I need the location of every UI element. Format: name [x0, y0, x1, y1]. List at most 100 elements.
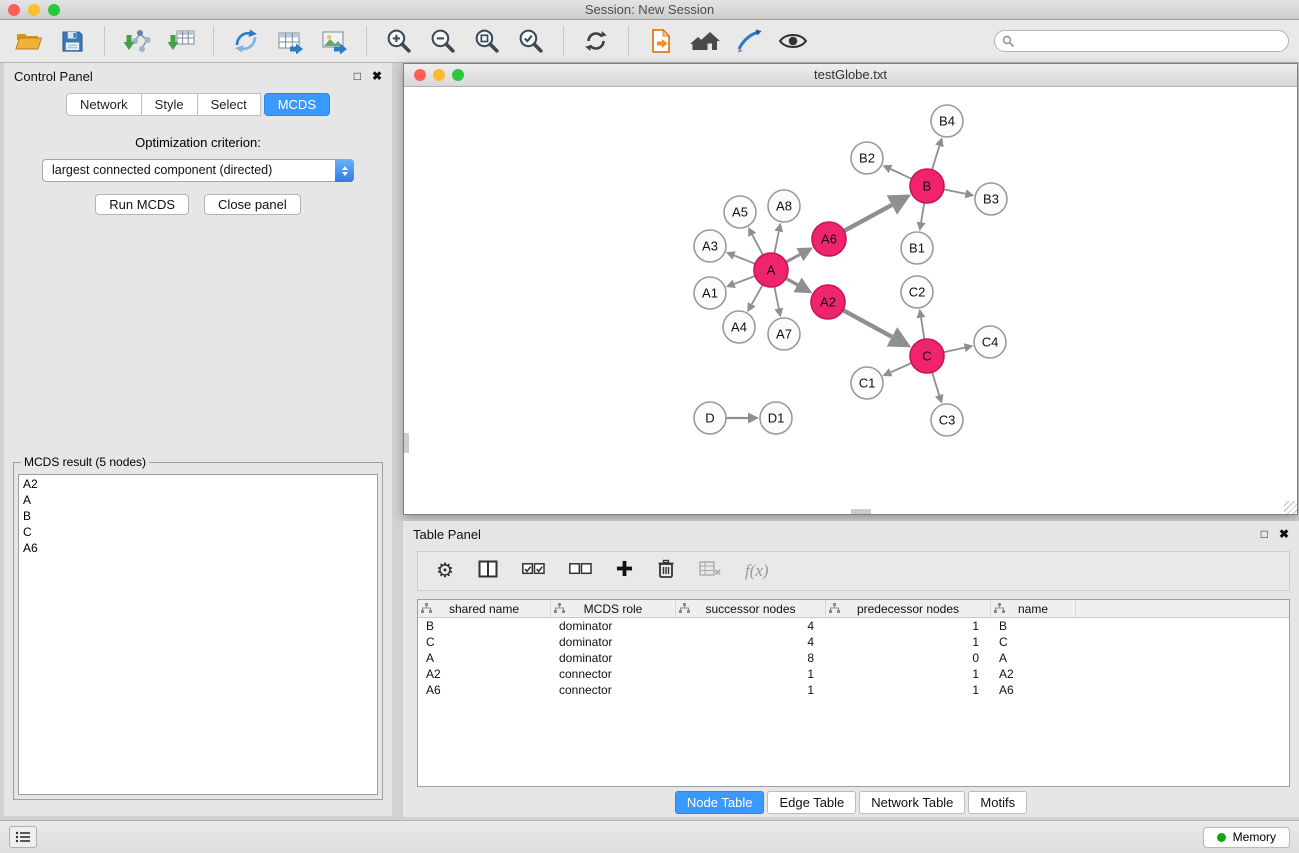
graph-edge[interactable]: [786, 255, 800, 262]
optimization-dropdown[interactable]: largest connected component (directed): [42, 159, 354, 182]
open-session-button[interactable]: [10, 23, 46, 59]
list-item[interactable]: C: [23, 524, 373, 540]
graph-edge[interactable]: [921, 203, 924, 223]
graph-edge[interactable]: [891, 363, 912, 372]
tab-motifs[interactable]: Motifs: [968, 791, 1027, 814]
column-header-predecessor-nodes[interactable]: predecessor nodes: [826, 600, 991, 617]
graph-node-B2[interactable]: B2: [851, 142, 883, 174]
graph-edge[interactable]: [734, 276, 755, 284]
list-item[interactable]: B: [23, 508, 373, 524]
import-table-button[interactable]: [163, 23, 199, 59]
graph-node-B3[interactable]: B3: [975, 183, 1007, 215]
delete-column-icon[interactable]: [657, 559, 675, 584]
network-graph[interactable]: B4B2BB3A8A5A6A3B1AC2A1A2A4A7C4CC1DD1C3: [404, 87, 1297, 514]
graph-edge[interactable]: [774, 287, 778, 309]
graph-edge[interactable]: [932, 372, 939, 395]
graph-node-B[interactable]: B: [910, 169, 944, 203]
graph-edge[interactable]: [944, 348, 965, 353]
graph-node-B1[interactable]: B1: [901, 232, 933, 264]
new-network-button[interactable]: [228, 23, 264, 59]
export-image-button[interactable]: [316, 23, 352, 59]
gear-icon[interactable]: ⚙: [436, 561, 454, 581]
function-builder-label[interactable]: f(x): [745, 561, 769, 581]
float-panel-icon[interactable]: □: [354, 69, 361, 83]
graph-node-A[interactable]: A: [754, 253, 788, 287]
graph-node-C2[interactable]: C2: [901, 276, 933, 308]
graph-node-A6[interactable]: A6: [812, 222, 846, 256]
add-column-icon[interactable]: [616, 560, 633, 582]
float-panel-icon[interactable]: □: [1261, 527, 1268, 541]
column-header-successor-nodes[interactable]: successor nodes: [676, 600, 826, 617]
list-item[interactable]: A2: [23, 476, 373, 492]
list-item[interactable]: A6: [23, 540, 373, 556]
graph-edge[interactable]: [752, 235, 763, 255]
zoom-selected-button[interactable]: [513, 23, 549, 59]
table-row[interactable]: A6connector11A6: [418, 682, 1289, 698]
close-panel-icon[interactable]: ✖: [1279, 527, 1289, 541]
delete-table-icon[interactable]: [699, 561, 721, 582]
graph-edge[interactable]: [944, 189, 966, 193]
deselect-all-icon[interactable]: [569, 562, 592, 580]
column-header-MCDS-role[interactable]: MCDS role: [551, 600, 676, 617]
column-header-shared-name[interactable]: shared name: [418, 600, 551, 617]
zoom-in-button[interactable]: [381, 23, 417, 59]
memory-button[interactable]: Memory: [1203, 827, 1290, 848]
list-item[interactable]: A: [23, 492, 373, 508]
import-network-button[interactable]: [119, 23, 155, 59]
style-button[interactable]: [731, 23, 767, 59]
close-window-icon[interactable]: [8, 4, 20, 16]
columns-icon[interactable]: [478, 560, 498, 583]
close-panel-icon[interactable]: ✖: [372, 69, 382, 83]
graph-edge[interactable]: [844, 205, 892, 231]
splitter-handle[interactable]: [851, 509, 871, 514]
run-mcds-button[interactable]: Run MCDS: [95, 194, 189, 215]
tab-select[interactable]: Select: [198, 93, 261, 116]
table-row[interactable]: A2connector11A2: [418, 666, 1289, 682]
table-row[interactable]: Adominator80A: [418, 650, 1289, 666]
graph-edge[interactable]: [891, 169, 912, 179]
graph-edge[interactable]: [734, 256, 755, 264]
zoom-out-button[interactable]: [425, 23, 461, 59]
network-window-titlebar[interactable]: testGlobe.txt: [404, 64, 1297, 87]
tab-node-table[interactable]: Node Table: [675, 791, 765, 814]
graph-node-C4[interactable]: C4: [974, 326, 1006, 358]
show-panel-button[interactable]: [775, 23, 811, 59]
graph-node-A4[interactable]: A4: [723, 311, 755, 343]
network-canvas[interactable]: B4B2BB3A8A5A6A3B1AC2A1A2A4A7C4CC1DD1C3: [404, 87, 1297, 514]
graph-edge[interactable]: [752, 285, 763, 305]
search-input[interactable]: [994, 30, 1289, 52]
graph-node-C1[interactable]: C1: [851, 367, 883, 399]
save-session-button[interactable]: [54, 23, 90, 59]
resize-grip-icon[interactable]: [1284, 501, 1297, 514]
column-header-name[interactable]: name: [991, 600, 1076, 617]
zoom-fit-button[interactable]: [469, 23, 505, 59]
new-table-button[interactable]: [272, 23, 308, 59]
splitter-handle[interactable]: [404, 433, 409, 453]
graph-edge[interactable]: [786, 278, 798, 285]
graph-node-A1[interactable]: A1: [694, 277, 726, 309]
tab-edge-table[interactable]: Edge Table: [767, 791, 856, 814]
graph-node-D1[interactable]: D1: [760, 402, 792, 434]
tab-network-table[interactable]: Network Table: [859, 791, 965, 814]
graph-edge[interactable]: [932, 146, 939, 170]
tab-network[interactable]: Network: [66, 93, 142, 116]
graph-node-C[interactable]: C: [910, 339, 944, 373]
manual-button[interactable]: [643, 23, 679, 59]
graph-edge[interactable]: [843, 310, 892, 337]
tab-style[interactable]: Style: [142, 93, 198, 116]
graph-node-A3[interactable]: A3: [694, 230, 726, 262]
dropdown-stepper-icon[interactable]: [335, 159, 354, 182]
table-row[interactable]: Cdominator41C: [418, 634, 1289, 650]
graph-edge[interactable]: [921, 318, 924, 340]
graph-node-D[interactable]: D: [694, 402, 726, 434]
minimize-view-icon[interactable]: [433, 69, 445, 81]
graph-node-B4[interactable]: B4: [931, 105, 963, 137]
home-button[interactable]: [687, 23, 723, 59]
graph-node-A2[interactable]: A2: [811, 285, 845, 319]
graph-node-A5[interactable]: A5: [724, 196, 756, 228]
select-all-icon[interactable]: [522, 562, 545, 580]
tab-mcds[interactable]: MCDS: [264, 93, 330, 116]
close-view-icon[interactable]: [414, 69, 426, 81]
graph-edge[interactable]: [774, 232, 778, 254]
graph-node-C3[interactable]: C3: [931, 404, 963, 436]
